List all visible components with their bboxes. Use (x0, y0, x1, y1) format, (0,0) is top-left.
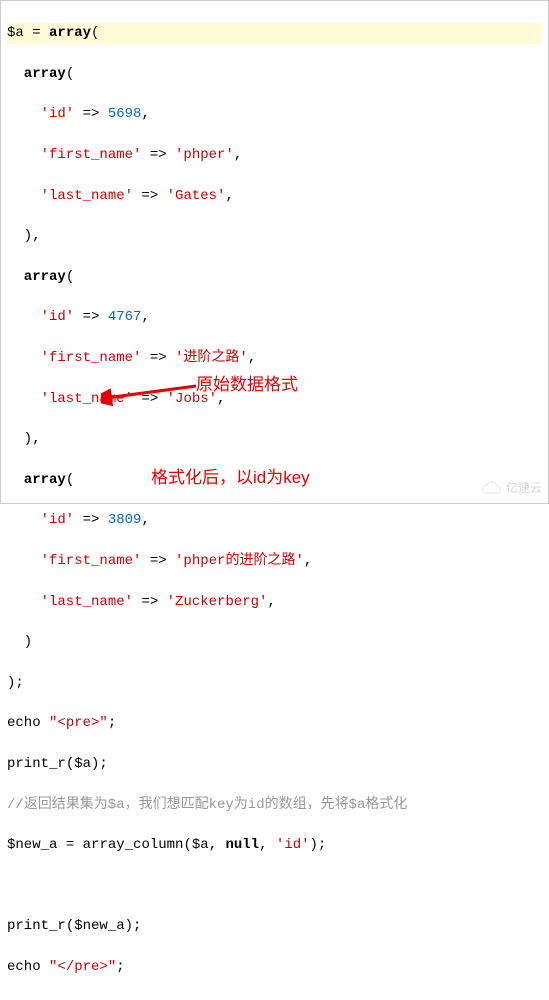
code-line: 'id' => 5698, (7, 104, 542, 124)
annotation-formatted: 格式化后，以id为key (151, 466, 310, 491)
code-line: 'first_name' => 'phper的进阶之路', (7, 551, 542, 571)
variable: $a (7, 25, 24, 41)
arrow-icon (101, 376, 201, 406)
code-line: 'last_name' => 'Gates', (7, 186, 542, 206)
code-line: $new_a = array_column($a, null, 'id'); (7, 835, 542, 855)
code-line: 'id' => 3809, (7, 510, 542, 530)
code-line: print_r($a); (7, 754, 542, 774)
annotation-original: 原始数据格式 (196, 373, 298, 398)
code-line: echo "</pre>"; (7, 957, 542, 977)
keyword: array (49, 25, 91, 41)
code-line: ), (7, 429, 542, 449)
watermark: 亿速云 (482, 480, 542, 497)
code-line: array( (7, 64, 542, 84)
comment: //返回结果集为$a，我们想匹配key为id的数组，先将$a格式化 (7, 797, 407, 813)
code-line: 'id' => 4767, (7, 307, 542, 327)
watermark-text: 亿速云 (506, 480, 542, 497)
code-line: //返回结果集为$a，我们想匹配key为id的数组，先将$a格式化 (7, 795, 542, 815)
code-line: ); (7, 673, 542, 693)
code-line: 'first_name' => 'phper', (7, 145, 542, 165)
cloud-icon (482, 481, 502, 495)
code-line: 'first_name' => '进阶之路', (7, 348, 542, 368)
code-line: 'last_name' => 'Zuckerberg', (7, 592, 542, 612)
code-line (7, 876, 542, 896)
code-block: $a = array( array( 'id' => 5698, 'first_… (1, 1, 548, 1000)
code-line: echo "<pre>"; (7, 713, 542, 733)
code-line: ) (7, 632, 542, 652)
code-line: ), (7, 226, 542, 246)
code-line: array( (7, 267, 542, 287)
code-line: $a = array( (7, 23, 542, 43)
code-line: print_r($new_a); (7, 916, 542, 936)
